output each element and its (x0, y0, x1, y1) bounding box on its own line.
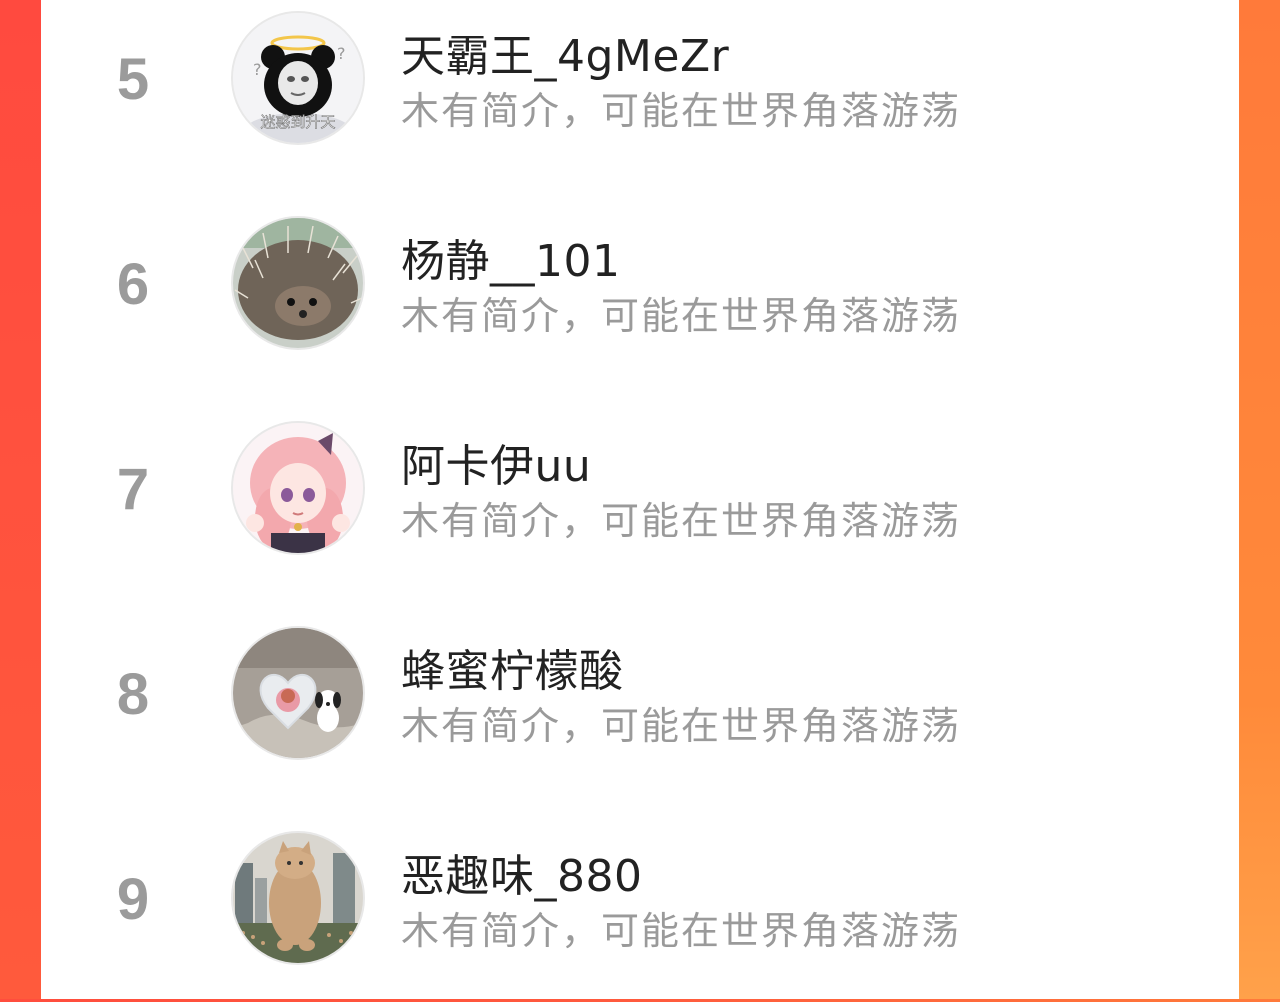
ranking-list-panel: 5 ? ? 迷惑到升天 天霸王_4gMeZr 木有简介，可能在世界角落游荡 6 (41, 0, 1239, 999)
list-item[interactable]: 9 恶趣味_880 木有简介，可能在世界角落游荡 (41, 797, 1239, 1002)
list-item[interactable]: 8 蜂蜜柠檬酸 木有简介，可能在世界角落游荡 (41, 592, 1239, 797)
rank-number: 8 (116, 662, 150, 727)
svg-text:?: ? (253, 60, 262, 79)
rank-number: 6 (116, 252, 150, 317)
user-name[interactable]: 恶趣味_880 (401, 840, 642, 904)
giant-cat-city-avatar-icon[interactable] (231, 831, 365, 965)
panda-meme-avatar-icon[interactable]: ? ? 迷惑到升天 (231, 11, 365, 145)
anime-girl-avatar-icon[interactable] (231, 421, 365, 555)
list-item[interactable]: 6 杨静__101 木有简介，可能在世界角落游荡 (41, 182, 1239, 387)
user-name[interactable]: 天霸王_4gMeZr (401, 20, 729, 84)
user-name[interactable]: 蜂蜜柠檬酸 (401, 635, 624, 699)
list-item[interactable]: 7 阿卡伊uu 木有简介，可能在世界角落游荡 (41, 387, 1239, 592)
user-bio: 木有简介，可能在世界角落游荡 (401, 499, 962, 543)
rank-number: 7 (116, 457, 150, 522)
user-bio: 木有简介，可能在世界角落游荡 (401, 704, 962, 748)
rank-number: 9 (116, 867, 150, 932)
svg-text:?: ? (337, 44, 346, 63)
list-item[interactable]: 5 ? ? 迷惑到升天 天霸王_4gMeZr 木有简介，可能在世界角落游荡 (41, 0, 1239, 182)
left-gradient-border (0, 0, 41, 999)
hedgehog-avatar-icon[interactable] (231, 216, 365, 350)
user-bio: 木有简介，可能在世界角落游荡 (401, 294, 962, 338)
avatar-caption-text: 迷惑到升天 (260, 113, 335, 131)
heart-mirror-dog-avatar-icon[interactable] (231, 626, 365, 760)
user-bio: 木有简介，可能在世界角落游荡 (401, 909, 962, 953)
user-name[interactable]: 杨静__101 (401, 225, 620, 289)
user-bio: 木有简介，可能在世界角落游荡 (401, 89, 962, 133)
right-gradient-border (1239, 0, 1280, 999)
rank-number: 5 (116, 47, 150, 112)
user-name[interactable]: 阿卡伊uu (401, 430, 591, 494)
